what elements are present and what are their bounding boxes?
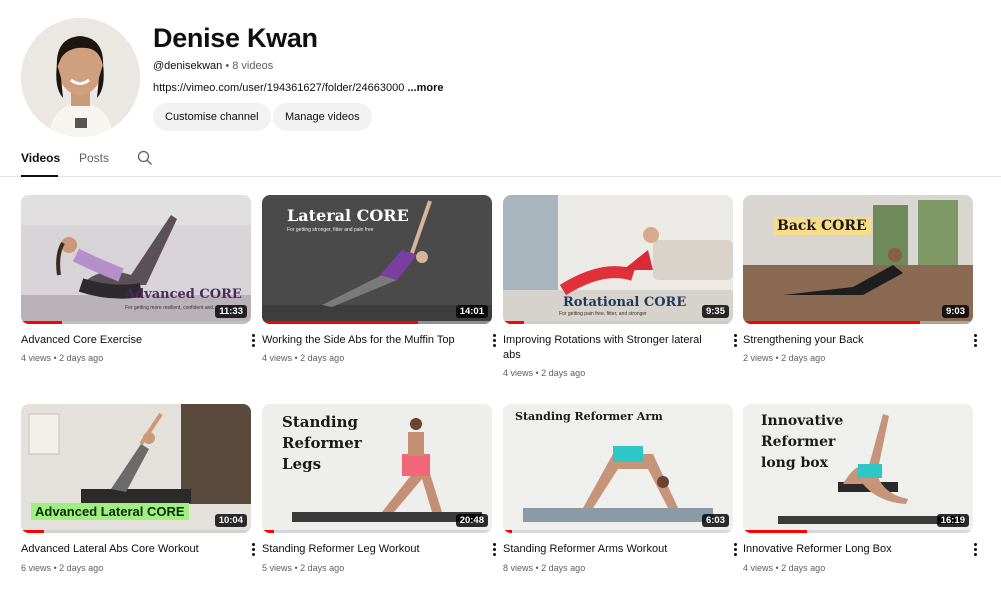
- watch-progress-fill: [503, 530, 513, 533]
- video-thumbnail[interactable]: Innovative Reformer long box 16:19: [743, 404, 973, 533]
- duration-badge: 9:35: [701, 305, 729, 318]
- more-options-icon[interactable]: [729, 541, 741, 557]
- video-title[interactable]: Improving Rotations with Stronger latera…: [503, 333, 713, 363]
- channel-link[interactable]: https://vimeo.com/user/194361627/folder/…: [153, 82, 443, 94]
- thumbnail-overlay-title: Standing Reformer Arm: [515, 410, 663, 423]
- more-options-icon[interactable]: [488, 332, 500, 348]
- more-options-icon[interactable]: [247, 541, 259, 557]
- more-link[interactable]: ...more: [404, 82, 443, 94]
- video-title[interactable]: Advanced Core Exercise: [21, 333, 231, 348]
- thumbnail-overlay-title: Standing Reformer Legs: [282, 413, 362, 473]
- video-title[interactable]: Standing Reformer Arms Workout: [503, 542, 713, 557]
- thumbnail-overlay-subtitle: For getting pain free, fitter, and stron…: [559, 311, 647, 317]
- thumbnail-overlay-subtitle: For getting stronger, fitter and pain fr…: [287, 227, 374, 233]
- video-stats: 6 views • 2 days ago: [21, 563, 104, 573]
- thumbnail-overlay-title: Advanced CORE: [125, 287, 242, 302]
- watch-progress: [262, 321, 492, 324]
- watch-progress-fill: [21, 321, 63, 324]
- channel-meta: @denisekwan • 8 videos: [153, 60, 273, 72]
- watch-progress-fill: [262, 530, 274, 533]
- duration-badge: 9:03: [941, 305, 969, 318]
- thumbnail-overlay-title: Rotational CORE: [563, 295, 687, 310]
- manage-videos-button[interactable]: Manage videos: [273, 103, 372, 131]
- duration-badge: 20:48: [455, 514, 488, 527]
- watch-progress: [21, 530, 251, 533]
- video-stats: 4 views • 2 days ago: [21, 353, 104, 363]
- tab-videos[interactable]: Videos: [21, 151, 60, 165]
- watch-progress: [503, 530, 733, 533]
- watch-progress-fill: [21, 530, 44, 533]
- video-card[interactable]: Advanced Lateral CORE 10:04 Advanced Lat…: [21, 404, 255, 573]
- video-thumbnail[interactable]: Advanced Lateral CORE 10:04: [21, 404, 251, 533]
- watch-progress: [503, 321, 733, 324]
- more-options-icon[interactable]: [247, 332, 259, 348]
- video-stats: 4 views • 2 days ago: [503, 368, 586, 378]
- watch-progress-fill: [503, 321, 524, 324]
- video-thumbnail[interactable]: Standing Reformer Legs 20:48: [262, 404, 492, 533]
- more-options-icon[interactable]: [488, 541, 500, 557]
- search-icon[interactable]: [137, 150, 153, 166]
- channel-name: Denise Kwan: [153, 23, 318, 53]
- video-card[interactable]: Rotational CORE For getting pain free, f…: [503, 195, 737, 378]
- duration-badge: 14:01: [455, 305, 488, 318]
- more-options-icon[interactable]: [729, 332, 741, 348]
- thumbnail-image: [503, 404, 733, 533]
- watch-progress: [743, 530, 973, 533]
- watch-progress-fill: [262, 321, 419, 324]
- video-stats: 2 views • 2 days ago: [743, 353, 826, 363]
- thumbnail-overlay-title: Innovative Reformer long box: [761, 413, 844, 471]
- watch-progress-fill: [743, 321, 921, 324]
- thumbnail-overlay-title: Back CORE: [773, 217, 871, 235]
- channel-link-url[interactable]: https://vimeo.com/user/194361627/folder/…: [153, 82, 404, 94]
- video-stats: 4 views • 2 days ago: [262, 353, 345, 363]
- video-count: • 8 videos: [222, 60, 274, 72]
- watch-progress-fill: [743, 530, 808, 533]
- video-thumbnail[interactable]: Standing Reformer Arm 6:03: [503, 404, 733, 533]
- channel-handle: @denisekwan: [153, 60, 223, 72]
- customise-channel-button[interactable]: Customise channel: [153, 103, 271, 131]
- video-stats: 5 views • 2 days ago: [262, 563, 345, 573]
- thumbnail-overlay-subtitle: For getting more resilient, confident an…: [125, 305, 218, 311]
- watch-progress: [262, 530, 492, 533]
- video-card[interactable]: Innovative Reformer long box 16:19 Innov…: [743, 404, 977, 573]
- thumbnail-overlay-title: Lateral CORE: [287, 206, 409, 225]
- video-thumbnail[interactable]: Lateral CORE For getting stronger, fitte…: [262, 195, 492, 324]
- video-thumbnail[interactable]: Rotational CORE For getting pain free, f…: [503, 195, 733, 324]
- thumbnail-overlay-title: Advanced Lateral CORE: [31, 503, 189, 520]
- more-options-icon[interactable]: [969, 332, 981, 348]
- avatar[interactable]: [21, 18, 140, 137]
- avatar-photo: [21, 18, 140, 137]
- watch-progress: [21, 321, 251, 324]
- video-card[interactable]: Standing Reformer Arm 6:03 Standing Refo…: [503, 404, 737, 573]
- duration-badge: 16:19: [936, 514, 969, 527]
- video-card[interactable]: Back CORE 9:03 Strengthening your Back 2…: [743, 195, 977, 363]
- active-tab-indicator: [21, 175, 58, 177]
- video-card[interactable]: Lateral CORE For getting stronger, fitte…: [262, 195, 496, 363]
- watch-progress: [743, 321, 973, 324]
- video-stats: 4 views • 2 days ago: [743, 563, 826, 573]
- duration-badge: 6:03: [701, 514, 729, 527]
- video-title[interactable]: Standing Reformer Leg Workout: [262, 542, 472, 557]
- video-title[interactable]: Advanced Lateral Abs Core Workout: [21, 542, 231, 557]
- video-title[interactable]: Strengthening your Back: [743, 333, 953, 348]
- video-title[interactable]: Innovative Reformer Long Box: [743, 542, 953, 557]
- video-thumbnail[interactable]: Back CORE 9:03: [743, 195, 973, 324]
- video-card[interactable]: Advanced CORE For getting more resilient…: [21, 195, 255, 363]
- tab-posts[interactable]: Posts: [79, 151, 109, 165]
- duration-badge: 11:33: [215, 305, 247, 318]
- video-thumbnail[interactable]: Advanced CORE For getting more resilient…: [21, 195, 251, 324]
- video-title[interactable]: Working the Side Abs for the Muffin Top: [262, 333, 472, 348]
- channel-tabs: Videos Posts: [0, 140, 1001, 177]
- more-options-icon[interactable]: [969, 541, 981, 557]
- video-card[interactable]: Standing Reformer Legs 20:48 Standing Re…: [262, 404, 496, 573]
- thumbnail-image: [743, 195, 973, 324]
- video-stats: 8 views • 2 days ago: [503, 563, 586, 573]
- duration-badge: 10:04: [214, 514, 247, 527]
